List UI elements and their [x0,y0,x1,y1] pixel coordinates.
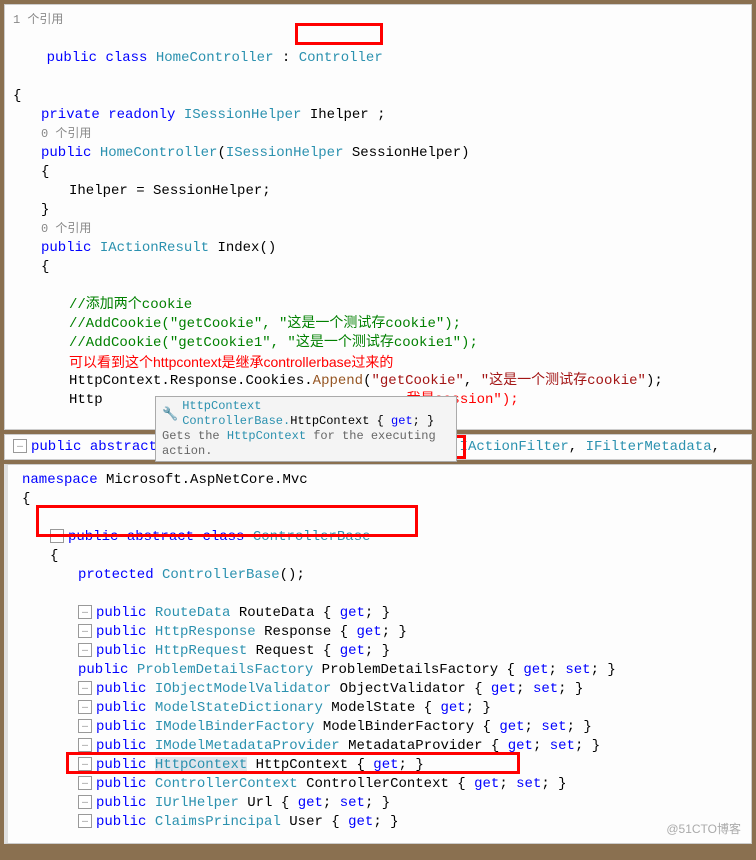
type-controller: Controller [299,50,383,66]
ctor2: protected ControllerBase(); [22,566,743,585]
ref-count: 1 个引用 [13,11,743,30]
type-homecontroller: HomeController [156,50,274,66]
namespace-line: namespace Microsoft.AspNetCore.Mvc [22,471,743,490]
prop-request: …public HttpRequest Request { get; } [22,642,743,661]
code-pane-1: 1 个引用 public class HomeController : Cont… [4,4,752,430]
intellisense-tooltip: 🔧 HttpContext ControllerBase.HttpContext… [155,396,457,462]
prop-user: …public ClaimsPrincipal User { get; } [22,813,743,832]
kw-public: public [47,50,97,66]
prop-pdf: public ProblemDetailsFactory ProblemDeta… [22,661,743,680]
kw-class: class [105,50,147,66]
wrench-icon: 🔧 [162,407,178,422]
class-decl: public class HomeController : Controller [13,30,743,87]
controllerbase-decl: …public abstract class ControllerBase [22,528,743,547]
ctor-decl: public HomeController(ISessionHelper Ses… [13,144,743,163]
prop-metadata: …public IModelMetadataProvider MetadataP… [22,737,743,756]
code-pane-3: namespace Microsoft.AspNetCore.Mvc { …pu… [4,464,752,844]
prop-url: …public IUrlHelper Url { get; set; } [22,794,743,813]
prop-httpcontext: …public HttpContext HttpContext { get; } [22,756,743,775]
comment-ac1: //AddCookie("getCookie", "这是一个测试存cookie"… [69,316,461,332]
expand-icon[interactable]: … [78,605,92,619]
comment-ac2: //AddCookie("getCookie1", "这是一个测试存cookie… [69,335,478,351]
prop-modelstate: …public ModelStateDictionary ModelState … [22,699,743,718]
prop-modelbinder: …public IModelBinderFactory ModelBinderF… [22,718,743,737]
watermark: @51CTO博客 [666,820,741,837]
code-append: HttpContext.Response.Cookies.Append("get… [13,372,743,391]
prop-controllercontext: …public ControllerContext ControllerCont… [22,775,743,794]
comment-add: //添加两个cookie [69,297,192,313]
ref-count-zero: 0 个引用 [13,125,743,144]
prop-response: …public HttpResponse Response { get; } [22,623,743,642]
prop-routedata: …public RouteData RouteData { get; } [22,604,743,623]
brace: { [13,87,743,106]
red-annotation: 可以看到这个httpcontext是继承controllerbase过来的 [13,353,743,372]
method-decl: public IActionResult Index() [13,239,743,258]
field-decl: private readonly ISessionHelper Ihelper … [13,106,743,125]
expand-icon[interactable]: … [13,439,27,453]
expand-icon[interactable]: … [50,529,64,543]
ctor-body: Ihelper = SessionHelper; [13,182,743,201]
prop-objval: …public IObjectModelValidator ObjectVali… [22,680,743,699]
